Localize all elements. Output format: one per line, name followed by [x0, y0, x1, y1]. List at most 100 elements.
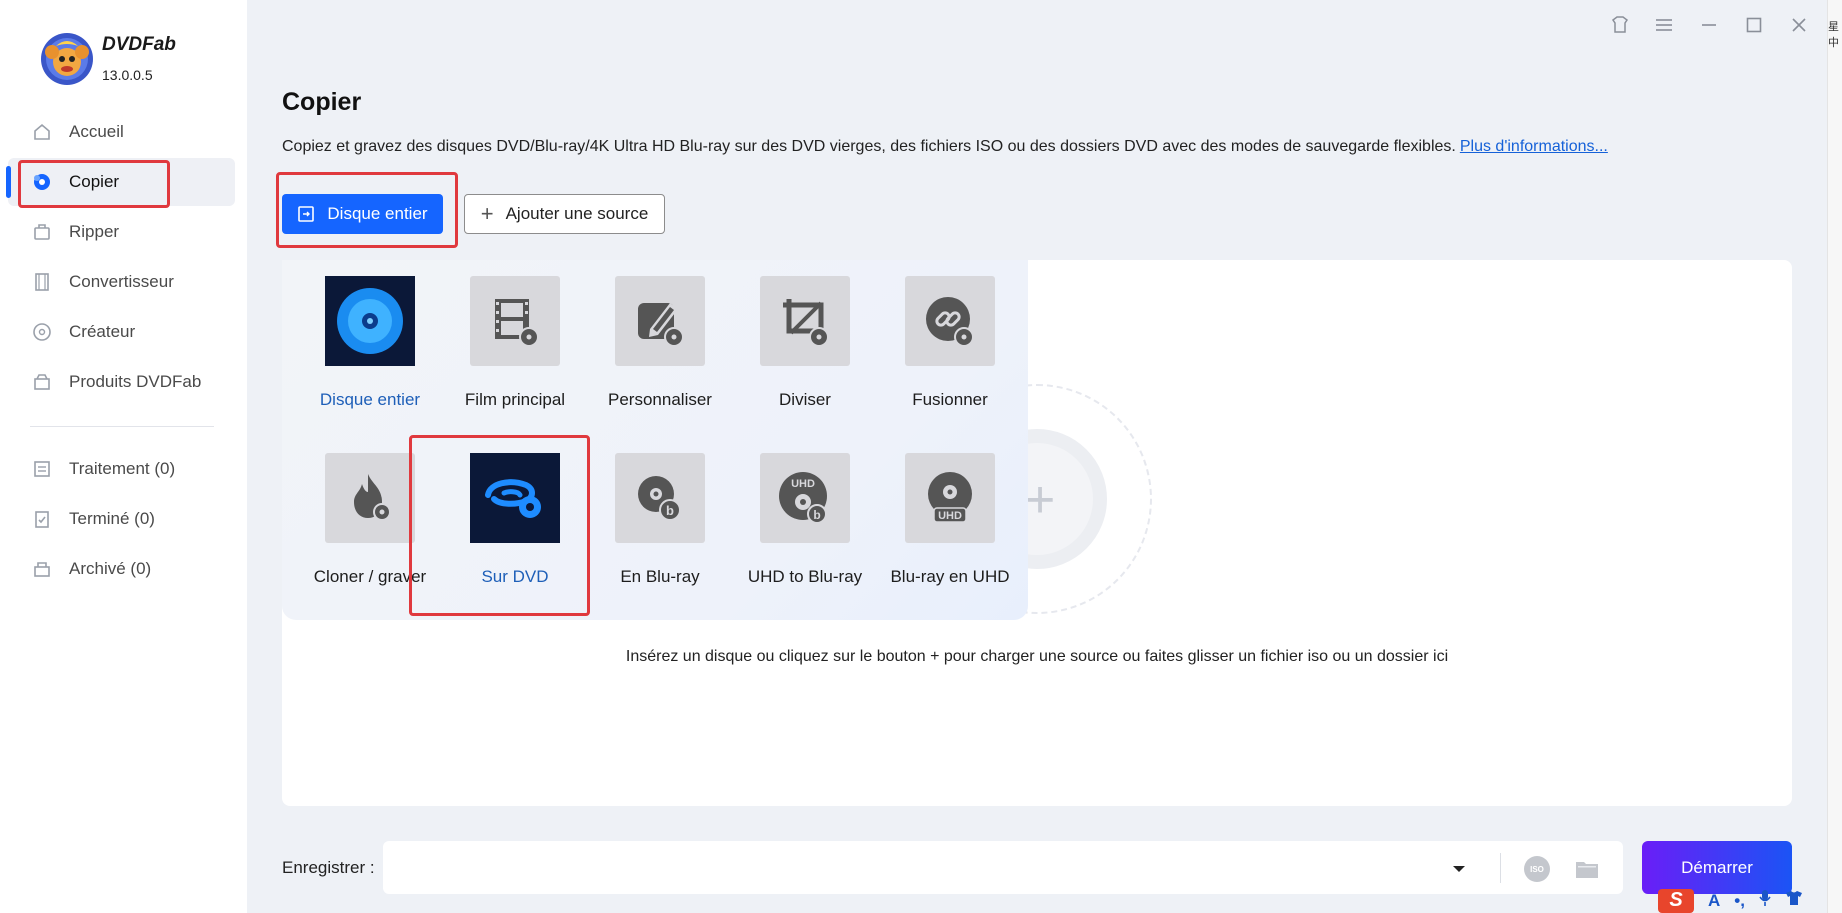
split-icon	[760, 276, 850, 366]
to-bluray-icon: b	[615, 453, 705, 543]
mode-clone-burn[interactable]: Cloner / graver	[300, 453, 440, 587]
svg-text:UHD: UHD	[791, 478, 815, 490]
page-description: Copiez et gravez des disques DVD/Blu-ray…	[282, 138, 1608, 156]
sidebar-item-copier[interactable]: Copier	[6, 158, 235, 206]
merge-icon	[905, 276, 995, 366]
sidebar-item-createur[interactable]: Créateur	[8, 308, 235, 356]
more-info-link[interactable]: Plus d'informations...	[1460, 138, 1608, 155]
mode-switch-icon	[297, 205, 315, 223]
mode-label: Sur DVD	[481, 567, 549, 586]
ime-logo-icon[interactable]: S	[1658, 888, 1694, 913]
start-button[interactable]: Démarrer	[1642, 841, 1792, 894]
copy-mode-panel: Disque entier Film principal Personnalis…	[282, 260, 1028, 620]
sidebar-item-label: Ripper	[69, 222, 120, 241]
bluray-to-uhd-icon: UHD	[905, 453, 995, 543]
ime-shirt-icon[interactable]	[1785, 890, 1803, 911]
description-text: Copiez et gravez des disques DVD/Blu-ray…	[282, 138, 1456, 155]
clone-burn-icon	[325, 453, 415, 543]
close-icon[interactable]	[1788, 14, 1810, 36]
page-title: Copier	[282, 88, 362, 116]
mode-label: Personnaliser	[608, 390, 712, 409]
ime-letter-icon[interactable]: A	[1708, 891, 1720, 911]
save-label: Enregistrer :	[282, 858, 375, 877]
list-icon	[32, 459, 52, 479]
creator-icon	[32, 322, 52, 342]
sidebar-item-label: Produits DVDFab	[69, 372, 202, 391]
sidebar-item-produits[interactable]: Produits DVDFab	[8, 358, 235, 406]
dropdown-caret-icon[interactable]	[1450, 860, 1468, 878]
sidebar-item-label: Convertisseur	[69, 272, 174, 291]
clipboard-check-icon	[32, 509, 52, 529]
mode-full-disc[interactable]: Disque entier	[300, 276, 440, 410]
mode-label: Blu-ray en UHD	[890, 567, 1010, 586]
svg-text:b: b	[666, 503, 674, 518]
mode-label: Film principal	[464, 390, 566, 409]
ime-toolbar: S A •,	[1650, 888, 1842, 913]
sidebar-item-ripper[interactable]: Ripper	[8, 208, 235, 256]
iso-icon[interactable]: ISO	[1524, 856, 1550, 882]
mode-merge[interactable]: Fusionner	[880, 276, 1020, 410]
iso-text: ISO	[1530, 864, 1544, 874]
main-movie-icon	[470, 276, 560, 366]
sidebar: DVDFab 13.0.0.5 Accueil Copier Ripper Co…	[0, 0, 247, 913]
mode-to-dvd[interactable]: Sur DVD	[445, 453, 585, 587]
sidebar-item-label: Traitement (0)	[69, 459, 176, 478]
separator	[1500, 853, 1501, 883]
dvdfab-logo-icon	[41, 33, 93, 85]
archive-icon	[32, 559, 52, 579]
mode-customize[interactable]: Personnaliser	[590, 276, 730, 410]
full-disc-icon	[325, 276, 415, 366]
sidebar-item-label: Archivé (0)	[69, 559, 152, 578]
sidebar-item-traitement[interactable]: Traitement (0)	[8, 445, 235, 493]
background-window-edge	[1827, 0, 1842, 913]
ime-punctuation-icon[interactable]: •,	[1734, 891, 1745, 911]
mode-split[interactable]: Diviser	[735, 276, 875, 410]
menu-icon[interactable]	[1653, 14, 1675, 36]
mode-label: Cloner / graver	[313, 567, 427, 586]
uhd-to-bluray-icon: UHD b	[760, 453, 850, 543]
mode-label: Diviser	[779, 390, 831, 409]
mode-label: En Blu-ray	[620, 567, 700, 586]
ripper-icon	[32, 222, 52, 242]
skin-icon[interactable]	[1609, 14, 1631, 36]
minimize-icon[interactable]	[1698, 14, 1720, 36]
sidebar-item-termine[interactable]: Terminé (0)	[8, 495, 235, 543]
maximize-icon[interactable]	[1743, 14, 1765, 36]
folder-icon[interactable]	[1574, 856, 1600, 882]
mode-label: Disque entier	[319, 390, 421, 409]
customize-icon	[615, 276, 705, 366]
mode-bluray-to-uhd[interactable]: UHD Blu-ray en UHD	[880, 453, 1020, 587]
copy-mode-label: Disque entier	[327, 204, 428, 223]
sidebar-item-label: Terminé (0)	[69, 509, 155, 528]
home-icon	[32, 122, 52, 142]
microphone-icon[interactable]	[1759, 889, 1771, 912]
sidebar-item-convertisseur[interactable]: Convertisseur	[8, 258, 235, 306]
sidebar-item-label: Créateur	[69, 322, 136, 341]
copy-mode-button[interactable]: Disque entier	[282, 194, 443, 234]
brand-name: DVDFab	[102, 34, 176, 55]
to-dvd-icon	[470, 453, 560, 543]
app-version: 13.0.0.5	[102, 67, 153, 83]
sidebar-item-label: Copier	[69, 172, 120, 191]
sidebar-item-label: Accueil	[69, 122, 124, 141]
background-window-text: 星中	[1828, 21, 1839, 49]
plus-icon: +	[480, 201, 494, 226]
sidebar-divider	[30, 426, 214, 427]
drop-hint-text: Insérez un disque ou cliquez sur le bout…	[625, 648, 1449, 665]
ime-letter: S	[1669, 889, 1683, 911]
copy-disc-icon	[32, 172, 52, 192]
mode-to-bluray[interactable]: b En Blu-ray	[590, 453, 730, 587]
svg-text:UHD: UHD	[938, 510, 962, 522]
save-path-select[interactable]	[383, 841, 1623, 894]
sidebar-item-accueil[interactable]: Accueil	[8, 108, 235, 156]
svg-text:b: b	[813, 508, 820, 522]
mode-uhd-to-bluray[interactable]: UHD b UHD to Blu-ray	[735, 453, 875, 587]
film-icon	[32, 272, 52, 292]
sidebar-item-archive[interactable]: Archivé (0)	[8, 545, 235, 593]
add-source-label: Ajouter une source	[505, 204, 649, 223]
add-source-button[interactable]: + Ajouter une source	[464, 194, 665, 234]
mode-main-movie[interactable]: Film principal	[445, 276, 585, 410]
mode-label: Fusionner	[912, 390, 988, 409]
mode-label: UHD to Blu-ray	[747, 567, 863, 586]
box-icon	[32, 372, 52, 392]
